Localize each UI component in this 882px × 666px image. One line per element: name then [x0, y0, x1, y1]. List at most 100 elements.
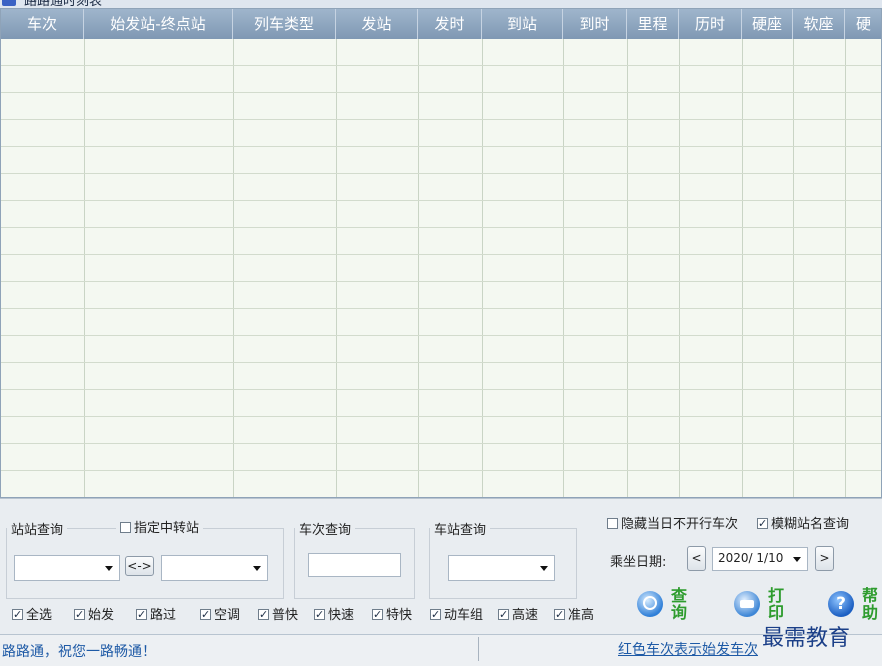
row-divider — [1, 200, 881, 201]
row-divider — [1, 335, 881, 336]
help-button[interactable]: ? 帮助 — [828, 586, 880, 623]
row-divider — [1, 146, 881, 147]
date-picker[interactable]: 2020/ 1/10 — [712, 547, 808, 571]
column-divider — [742, 39, 743, 497]
col-distance[interactable]: 里程 — [627, 9, 679, 39]
window-title: 路路通时刻表 — [24, 0, 103, 8]
filter-checkbox[interactable]: 准高 — [554, 607, 595, 624]
filter-checkbox-box[interactable] — [74, 607, 85, 623]
fuzzy-name-box[interactable] — [757, 516, 768, 532]
row-divider — [1, 92, 881, 93]
filter-checkbox-box[interactable] — [12, 607, 23, 623]
col-hard-sleeper[interactable]: 硬 — [845, 9, 881, 39]
filter-label: 空调 — [214, 608, 241, 623]
chevron-down-icon[interactable] — [540, 566, 548, 571]
filter-label: 动车组 — [444, 608, 484, 623]
status-bar: 路路通，祝您一路畅通！ 红色车次表示始发车次 — [0, 634, 882, 666]
row-divider — [1, 362, 881, 363]
app-icon — [2, 0, 16, 6]
to-station-combo[interactable] — [161, 555, 268, 581]
filter-checkbox[interactable]: 快速 — [314, 607, 355, 624]
filter-checkbox[interactable]: 始发 — [74, 607, 115, 624]
column-divider — [679, 39, 680, 497]
prev-date-button[interactable]: < — [687, 546, 706, 571]
title-bar: 路路通时刻表 — [0, 0, 882, 8]
date-label: 乘坐日期: — [610, 555, 667, 570]
filter-checkbox-box[interactable] — [200, 607, 211, 623]
column-divider — [793, 39, 794, 497]
query-button[interactable]: 查询 — [637, 586, 689, 623]
filter-checkbox[interactable]: 高速 — [498, 607, 539, 624]
transfer-checkbox-box[interactable] — [120, 522, 131, 533]
col-depart-station[interactable]: 发站 — [336, 9, 418, 39]
chevron-down-icon[interactable] — [793, 557, 801, 562]
col-soft-seat[interactable]: 软座 — [793, 9, 845, 39]
col-arrive-time[interactable]: 到时 — [563, 9, 627, 39]
filter-checkbox-box[interactable] — [136, 607, 147, 623]
filter-label: 准高 — [568, 608, 595, 623]
filter-label: 始发 — [88, 608, 115, 623]
timetable-grid[interactable]: 车次 始发站-终点站 列车类型 发站 发时 到站 到时 里程 历时 硬座 软座 … — [0, 8, 882, 498]
print-button[interactable]: 打印 — [734, 586, 786, 623]
filter-checkbox-box[interactable] — [314, 607, 325, 623]
train-number-input[interactable] — [308, 553, 401, 577]
filter-label: 高速 — [512, 608, 539, 623]
row-divider — [1, 119, 881, 120]
column-divider — [418, 39, 419, 497]
row-divider — [1, 173, 881, 174]
hide-not-running-label: 隐藏当日不开行车次 — [621, 517, 739, 532]
filter-label: 普快 — [272, 608, 299, 623]
chevron-down-icon[interactable] — [253, 566, 261, 571]
station-lookup-combo[interactable] — [448, 555, 555, 581]
filter-label: 快速 — [328, 608, 355, 623]
query-panel: 站站查询 指定中转站 <-> 车次查询 车站查询 隐藏当日不开行车次 模糊站名查… — [0, 498, 882, 635]
col-train-no[interactable]: 车次 — [1, 9, 84, 39]
date-value: 2020/ 1/10 — [718, 551, 784, 565]
column-divider — [845, 39, 846, 497]
col-train-type[interactable]: 列车类型 — [233, 9, 336, 39]
help-icon: ? — [828, 591, 854, 617]
filter-checkbox[interactable]: 特快 — [372, 607, 413, 624]
magnifier-icon — [637, 591, 663, 617]
filter-checkbox-box[interactable] — [258, 607, 269, 623]
filter-checkbox[interactable]: 全选 — [12, 607, 52, 624]
filter-checkbox-box[interactable] — [430, 607, 441, 623]
swap-stations-button[interactable]: <-> — [125, 556, 154, 576]
col-hard-seat[interactable]: 硬座 — [742, 9, 793, 39]
help-label: 帮助 — [862, 586, 879, 622]
filter-checkbox-box[interactable] — [554, 607, 565, 623]
column-divider — [563, 39, 564, 497]
col-depart-time[interactable]: 发时 — [418, 9, 482, 39]
station-query-legend: 站站查询 — [11, 523, 64, 538]
hide-not-running-checkbox[interactable]: 隐藏当日不开行车次 — [607, 517, 738, 533]
print-label: 打印 — [768, 586, 785, 622]
fuzzy-name-label: 模糊站名查询 — [771, 517, 850, 532]
chevron-down-icon[interactable] — [105, 566, 113, 571]
query-label: 查询 — [671, 586, 688, 622]
from-station-combo[interactable] — [14, 555, 120, 581]
row-divider — [1, 416, 881, 417]
col-origin-dest[interactable]: 始发站-终点站 — [84, 9, 233, 39]
fuzzy-name-checkbox[interactable]: 模糊站名查询 — [757, 516, 850, 533]
filter-checkbox-box[interactable] — [498, 607, 509, 623]
row-divider — [1, 254, 881, 255]
filter-checkbox[interactable]: 路过 — [136, 607, 176, 624]
filter-checkbox[interactable]: 空调 — [200, 607, 241, 624]
status-legend-link[interactable]: 红色车次表示始发车次 — [618, 639, 758, 659]
next-date-button[interactable]: > — [815, 546, 834, 571]
filter-checkbox-box[interactable] — [372, 607, 383, 623]
status-divider — [478, 637, 479, 661]
filter-label: 特快 — [386, 608, 413, 623]
hide-not-running-box[interactable] — [607, 518, 618, 529]
filter-checkbox[interactable]: 动车组 — [430, 607, 484, 624]
filter-checkbox[interactable]: 普快 — [258, 607, 299, 624]
train-query-legend: 车次查询 — [299, 523, 352, 538]
transfer-label: 指定中转站 — [134, 521, 200, 536]
col-arrive-station[interactable]: 到站 — [482, 9, 563, 39]
station-lookup-legend: 车站查询 — [434, 523, 487, 538]
watermark: 最需教育 — [762, 626, 851, 651]
printer-icon — [734, 591, 760, 617]
transfer-station-checkbox[interactable]: 指定中转站 — [116, 521, 204, 537]
col-duration[interactable]: 历时 — [679, 9, 742, 39]
row-divider — [1, 281, 881, 282]
